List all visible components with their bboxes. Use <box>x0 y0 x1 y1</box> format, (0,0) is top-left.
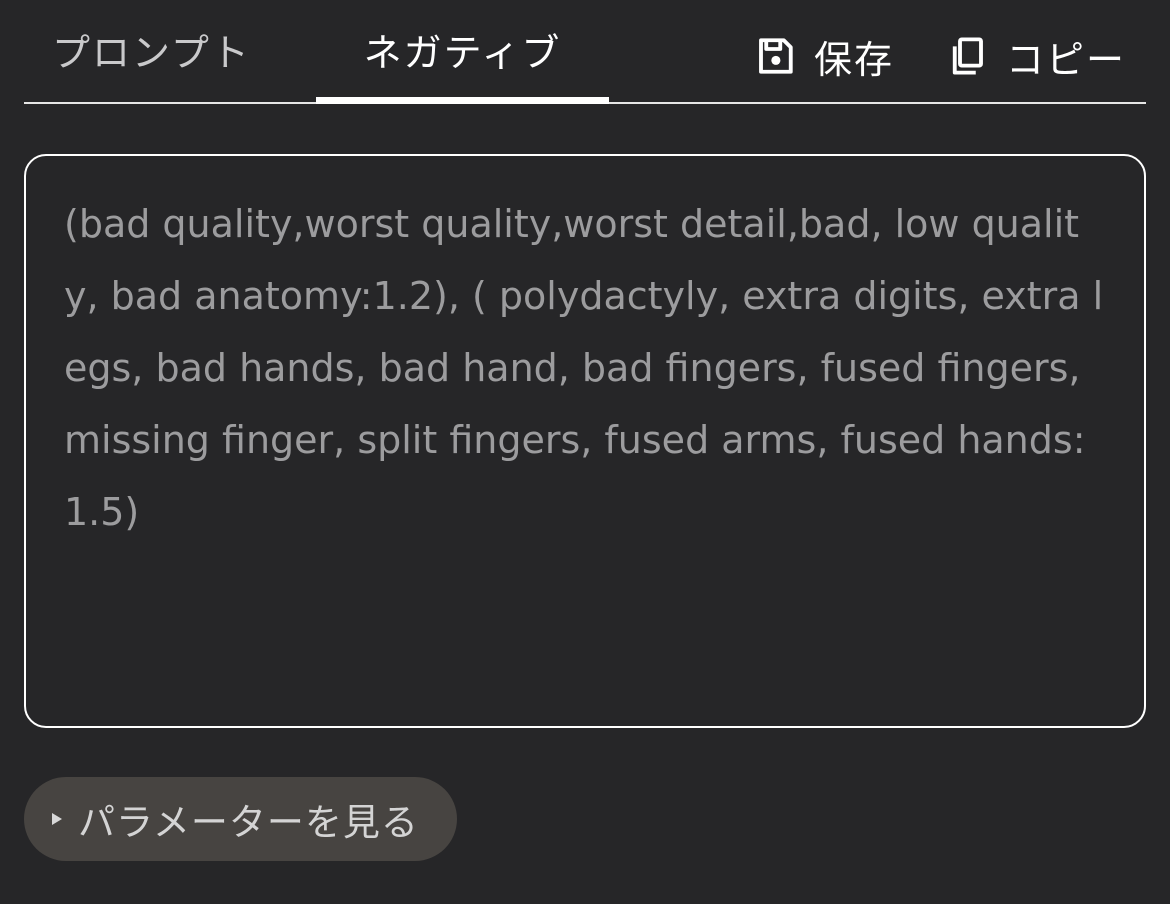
negative-prompt-text: (bad quality,worst quality,worst detail,… <box>64 202 1104 534</box>
copy-button[interactable]: コピー <box>946 28 1126 84</box>
active-tab-indicator <box>316 97 609 104</box>
negative-prompt-textarea[interactable]: (bad quality,worst quality,worst detail,… <box>24 154 1146 728</box>
tab-bar: プロンプト ネガティブ 保存 コピー <box>24 0 1146 104</box>
save-button[interactable]: 保存 <box>754 28 894 84</box>
view-parameters-button[interactable]: パラメーターを見る <box>24 777 457 861</box>
copy-icon <box>946 35 988 77</box>
copy-label: コピー <box>1006 37 1127 82</box>
save-label: 保存 <box>814 37 895 82</box>
view-parameters-label: パラメーターを見る <box>78 801 419 844</box>
tab-prompt[interactable]: プロンプト <box>52 0 288 102</box>
tab-negative[interactable]: ネガティブ <box>316 0 609 102</box>
triangle-right-icon <box>52 813 62 825</box>
floppy-disk-icon <box>754 35 796 77</box>
